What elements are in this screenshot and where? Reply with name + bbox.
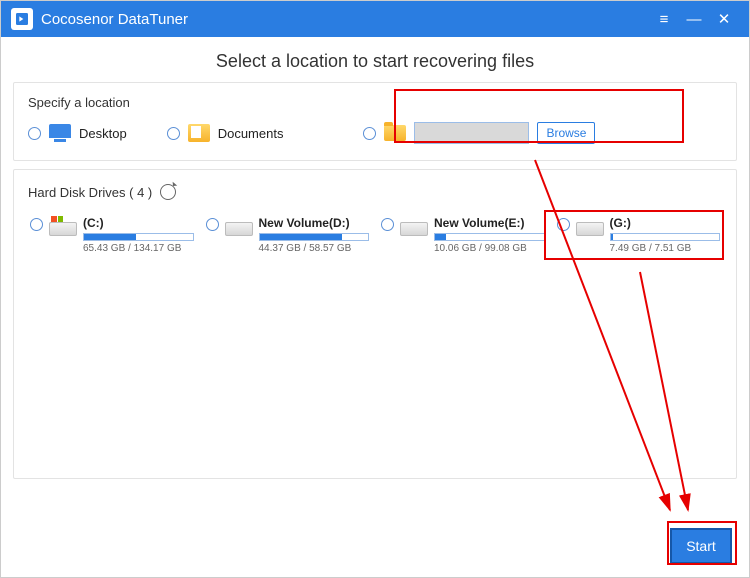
drive-item-0[interactable]: (C:) 65.43 GB / 134.17 GB — [28, 214, 196, 256]
usage-bar — [434, 233, 545, 241]
drive-item-2[interactable]: New Volume(E:) 10.06 GB / 99.08 GB — [379, 214, 547, 256]
radio-desktop[interactable] — [28, 127, 41, 140]
drive-item-1[interactable]: New Volume(D:) 44.37 GB / 58.57 GB — [204, 214, 372, 256]
minimize-button[interactable]: — — [679, 11, 709, 28]
drive-icon — [49, 216, 77, 236]
drive-name: (G:) — [610, 216, 721, 230]
close-button[interactable]: ✕ — [709, 10, 739, 28]
drive-name: New Volume(E:) — [434, 216, 545, 230]
drive-size: 65.43 GB / 134.17 GB — [83, 243, 194, 254]
desktop-label: Desktop — [79, 126, 127, 141]
drive-size: 7.49 GB / 7.51 GB — [610, 243, 721, 254]
location-desktop[interactable]: Desktop — [28, 124, 127, 142]
browse-button[interactable]: Browse — [537, 122, 595, 144]
refresh-icon[interactable] — [160, 184, 176, 200]
location-browse[interactable]: Browse — [363, 122, 595, 144]
specify-location-panel: Specify a location Desktop Documents Bro… — [13, 82, 737, 161]
title-bar: Cocosenor DataTuner ≡ — ✕ — [1, 1, 749, 37]
drive-icon — [225, 216, 253, 236]
drive-size: 44.37 GB / 58.57 GB — [259, 243, 370, 254]
radio-drive-3[interactable] — [557, 218, 570, 231]
menu-button[interactable]: ≡ — [649, 11, 679, 28]
drive-icon — [576, 216, 604, 236]
radio-drive-1[interactable] — [206, 218, 219, 231]
drive-name: New Volume(D:) — [259, 216, 370, 230]
drive-size: 10.06 GB / 99.08 GB — [434, 243, 545, 254]
drives-title: Hard Disk Drives ( 4 ) — [28, 185, 152, 200]
radio-browse[interactable] — [363, 127, 376, 140]
usage-bar — [259, 233, 370, 241]
documents-icon — [188, 124, 210, 142]
drives-panel: Hard Disk Drives ( 4 ) (C:) 65.43 GB / 13… — [13, 169, 737, 479]
specify-title: Specify a location — [28, 95, 722, 110]
usage-bar — [610, 233, 721, 241]
drive-name: (C:) — [83, 216, 194, 230]
radio-drive-0[interactable] — [30, 218, 43, 231]
app-title: Cocosenor DataTuner — [41, 11, 188, 28]
desktop-icon — [49, 124, 71, 142]
radio-documents[interactable] — [167, 127, 180, 140]
drive-item-3[interactable]: (G:) 7.49 GB / 7.51 GB — [555, 214, 723, 256]
documents-label: Documents — [218, 126, 284, 141]
drive-icon — [400, 216, 428, 236]
start-button[interactable]: Start — [670, 528, 732, 564]
app-logo-icon — [11, 8, 33, 30]
folder-icon — [384, 125, 406, 141]
location-documents[interactable]: Documents — [167, 124, 284, 142]
path-input[interactable] — [414, 122, 529, 144]
radio-drive-2[interactable] — [381, 218, 394, 231]
page-heading: Select a location to start recovering fi… — [1, 51, 749, 72]
usage-bar — [83, 233, 194, 241]
